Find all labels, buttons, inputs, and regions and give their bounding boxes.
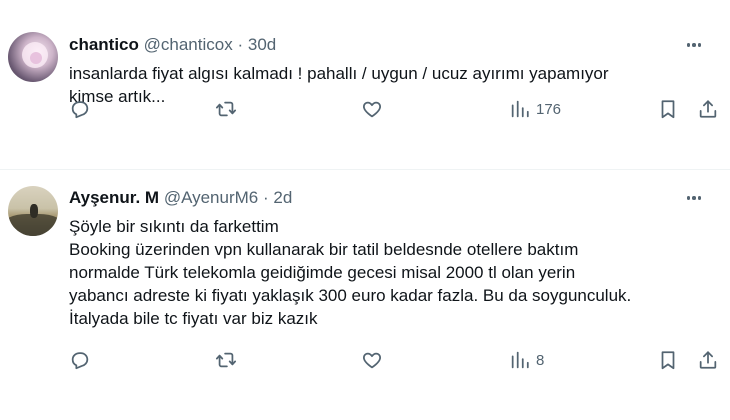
- author-handle[interactable]: @AyenurM6: [164, 188, 258, 207]
- tweet-header: chantico @chanticox · 30d: [69, 34, 718, 56]
- like-button[interactable]: [361, 97, 383, 121]
- views-button[interactable]: 8: [509, 348, 544, 372]
- reply-button[interactable]: [69, 348, 91, 372]
- timestamp[interactable]: 2d: [273, 188, 292, 207]
- retweet-icon: [215, 352, 237, 368]
- retweet-button[interactable]: [215, 97, 237, 121]
- more-dots-icon[interactable]: [684, 34, 704, 56]
- bookmark-icon: [661, 351, 675, 370]
- bookmark-icon: [661, 100, 675, 119]
- share-icon: [699, 351, 717, 369]
- author-name[interactable]: Ayşenur. M: [69, 188, 159, 207]
- action-bar: 176: [69, 97, 730, 121]
- bookmark-button[interactable]: [657, 97, 679, 121]
- share-button[interactable]: [697, 97, 719, 121]
- views-bar-chart-icon: [511, 100, 529, 118]
- separator-dot: ·: [262, 188, 269, 207]
- views-button[interactable]: 176: [509, 97, 561, 121]
- more-dots-icon[interactable]: [684, 187, 704, 209]
- timestamp[interactable]: 30d: [248, 35, 276, 54]
- avatar[interactable]: [8, 186, 58, 236]
- share-icon: [699, 100, 717, 118]
- retweet-icon: [215, 101, 237, 117]
- author-handle[interactable]: @chanticox: [144, 35, 233, 54]
- view-count: 176: [536, 100, 562, 118]
- tweet-text: Şöyle bir sıkıntı da farkettim Booking ü…: [69, 217, 632, 328]
- heart-icon: [363, 101, 381, 118]
- reply-icon: [71, 352, 89, 370]
- avatar[interactable]: [8, 32, 58, 82]
- separator-dot: ·: [237, 35, 244, 54]
- like-button[interactable]: [361, 348, 383, 372]
- action-bar: 8: [69, 348, 730, 372]
- view-count: 8: [536, 351, 545, 369]
- views-bar-chart-icon: [511, 351, 529, 369]
- share-button[interactable]: [697, 348, 719, 372]
- reply-button[interactable]: [69, 97, 91, 121]
- bookmark-button[interactable]: [657, 348, 679, 372]
- retweet-button[interactable]: [215, 348, 237, 372]
- reply-icon: [71, 101, 89, 119]
- tweet[interactable]: Ayşenur. M @AyenurM6 · 2d Şöyle bir sıkı…: [0, 170, 730, 420]
- author-name[interactable]: chantico: [69, 35, 139, 54]
- tweet-header: Ayşenur. M @AyenurM6 · 2d: [69, 187, 718, 209]
- heart-icon: [363, 352, 381, 369]
- tweet[interactable]: chantico @chanticox · 30d insanlarda fiy…: [0, 0, 730, 170]
